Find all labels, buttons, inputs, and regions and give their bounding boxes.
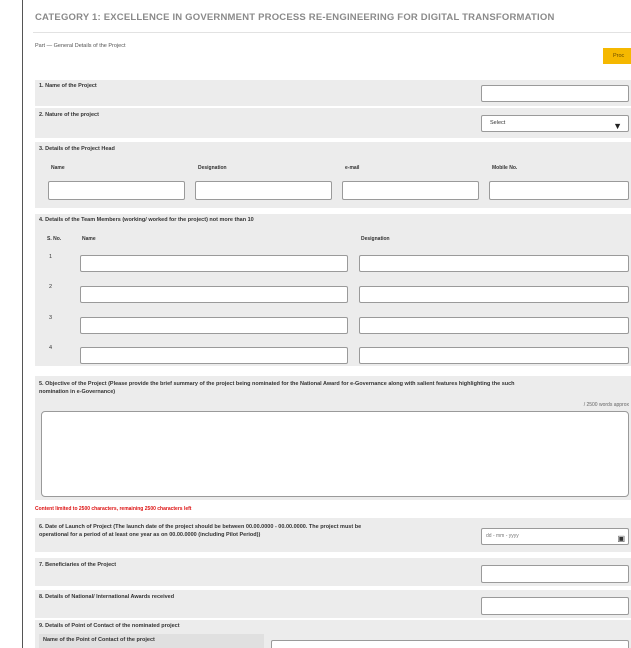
team-header-designation: Designation	[361, 236, 390, 242]
team-row-number: 4	[49, 345, 53, 351]
team-row-number: 3	[49, 315, 53, 321]
form-page: CATEGORY 1: EXCELLENCE IN GOVERNMENT PRO…	[0, 0, 631, 648]
team-member-name-input[interactable]	[80, 347, 348, 364]
project-nature-select-value: Select	[490, 120, 506, 126]
question-1-label: 1. Name of the Project	[39, 83, 97, 89]
project-objective-textarea[interactable]	[41, 411, 629, 497]
question-5-label-line-2: nomination in e-Governance)	[39, 389, 116, 395]
question-2-label: 2. Nature of the project	[39, 112, 99, 118]
project-head-mobile-input[interactable]	[489, 181, 629, 200]
question-5-row: 5. Objective of the Project (Please prov…	[35, 376, 631, 500]
team-member-designation-input[interactable]	[359, 347, 629, 364]
contact-sub-header: Name of the Point of Contact of the proj…	[39, 634, 264, 648]
question-7-label: 7. Beneficiaries of the Project	[39, 562, 117, 568]
proceed-button[interactable]: Proc	[603, 48, 631, 64]
question-4-label: 4. Details of the Team Members (working/…	[39, 217, 254, 223]
left-border	[22, 0, 23, 648]
team-member-designation-input[interactable]	[359, 317, 629, 334]
contact-sub-label: Name of the Point of Contact of the proj…	[43, 637, 155, 643]
project-head-header-mobile: Mobile No.	[492, 165, 518, 171]
launch-date-input[interactable]: dd - mm - yyyy ▣	[481, 528, 629, 545]
question-9-label: 9. Details of Point of Contact of the no…	[39, 623, 180, 629]
team-member-name-input[interactable]	[80, 255, 348, 272]
question-6-label-line-1: 6. Date of Launch of Project (The launch…	[39, 524, 362, 530]
title-divider	[33, 32, 631, 33]
project-head-header-email: e-mail	[345, 165, 360, 171]
beneficiaries-input[interactable]	[481, 565, 629, 583]
awards-input[interactable]	[481, 597, 629, 615]
question-7-row: 7. Beneficiaries of the Project	[35, 558, 631, 586]
team-member-designation-input[interactable]	[359, 286, 629, 303]
character-limit-note: Content limited to 2500 characters, rema…	[35, 506, 192, 512]
project-head-name-input[interactable]	[48, 181, 185, 200]
question-2-row: 2. Nature of the project Select ▼	[35, 108, 631, 138]
question-4-row: 4. Details of the Team Members (working/…	[35, 214, 631, 366]
question-6-label-line-2: operational for a period of at least one…	[39, 532, 261, 538]
chevron-down-icon: ▼	[613, 121, 622, 131]
question-6-row: 6. Date of Launch of Project (The launch…	[35, 518, 631, 552]
question-8-row: 8. Details of National/ International Aw…	[35, 590, 631, 618]
team-member-name-input[interactable]	[80, 317, 348, 334]
question-8-label: 8. Details of National/ International Aw…	[39, 594, 175, 600]
team-row-number: 1	[49, 254, 53, 260]
project-nature-select[interactable]: Select ▼	[481, 115, 629, 132]
project-head-header-designation: Designation	[198, 165, 227, 171]
question-3-row: 3. Details of the Project Head Name Desi…	[35, 142, 631, 208]
team-header-name: Name	[82, 236, 96, 242]
contact-name-input[interactable]	[271, 640, 629, 648]
project-head-header-name: Name	[51, 165, 65, 171]
project-name-input[interactable]	[481, 85, 629, 102]
part-label: Part — General Details of the Project	[35, 43, 126, 49]
word-counter: / 2500 words approx	[583, 402, 629, 408]
team-member-designation-input[interactable]	[359, 255, 629, 272]
question-5-label-line-1: 5. Objective of the Project (Please prov…	[39, 381, 515, 387]
question-1-row: 1. Name of the Project	[35, 80, 631, 106]
question-9-row: 9. Details of Point of Contact of the no…	[35, 620, 631, 648]
team-header-sno: S. No.	[47, 236, 62, 242]
calendar-icon: ▣	[617, 534, 625, 543]
project-head-email-input[interactable]	[342, 181, 479, 200]
question-3-label: 3. Details of the Project Head	[39, 146, 115, 152]
category-title: CATEGORY 1: EXCELLENCE IN GOVERNMENT PRO…	[35, 12, 555, 23]
team-member-name-input[interactable]	[80, 286, 348, 303]
launch-date-placeholder: dd - mm - yyyy	[486, 533, 519, 539]
project-head-designation-input[interactable]	[195, 181, 332, 200]
team-row-number: 2	[49, 284, 53, 290]
